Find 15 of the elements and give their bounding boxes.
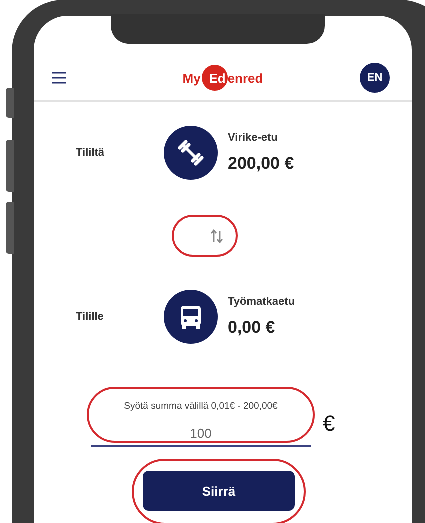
amount-input-field[interactable]: Syötä summa välillä 0,01€ - 200,00€ 100	[91, 401, 311, 447]
benefit-balance: 200,00 €	[228, 154, 294, 174]
benefit-name: Työmatkaetu	[228, 296, 296, 308]
transfer-button[interactable]: Siirrä	[143, 471, 295, 511]
account-direction-label: Tilille	[76, 311, 105, 323]
benefit-name: Virike-etu	[228, 132, 279, 144]
bus-icon	[164, 290, 218, 344]
menu-icon[interactable]	[52, 72, 66, 84]
dumbbell-icon	[164, 126, 218, 180]
account-direction-label: Tililtä	[76, 147, 106, 159]
swap-arrows-icon	[210, 228, 224, 244]
currency-symbol: €	[323, 411, 336, 437]
benefit-balance: 0,00 €	[228, 318, 276, 338]
logo: My Ed enred	[182, 65, 264, 91]
language-button[interactable]: EN	[360, 63, 390, 93]
